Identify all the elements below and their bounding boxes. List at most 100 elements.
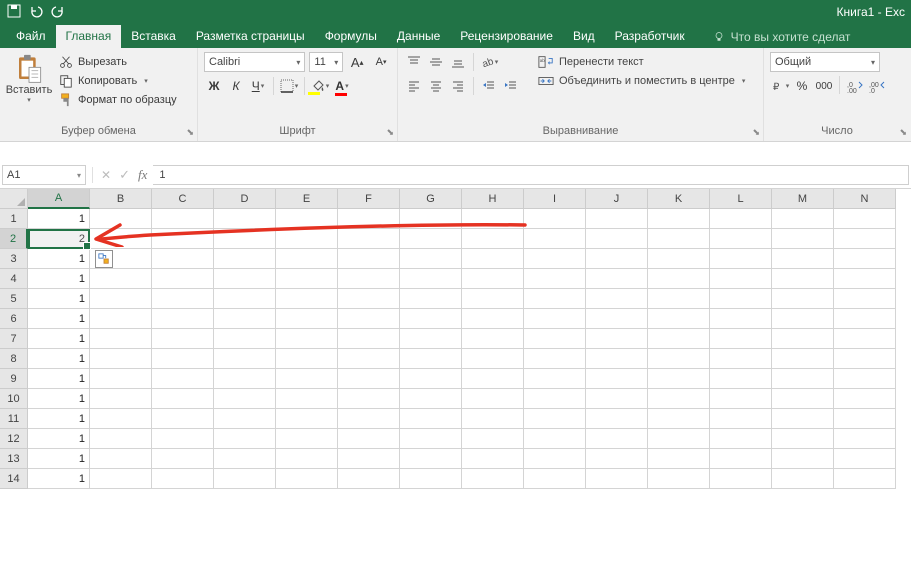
- number-launcher-icon[interactable]: ⬊: [899, 127, 907, 138]
- cell-L10[interactable]: [710, 389, 772, 409]
- cell-L1[interactable]: [710, 209, 772, 229]
- cell-K8[interactable]: [648, 349, 710, 369]
- align-middle-icon[interactable]: [426, 52, 446, 72]
- cell-B8[interactable]: [90, 349, 152, 369]
- name-box[interactable]: A1▾: [2, 165, 86, 185]
- col-header-G[interactable]: G: [400, 189, 462, 209]
- tab-home[interactable]: Главная: [56, 25, 122, 48]
- row-header-4[interactable]: 4: [0, 269, 28, 289]
- row-header-3[interactable]: 3: [0, 249, 28, 269]
- cell-K7[interactable]: [648, 329, 710, 349]
- cell-F6[interactable]: [338, 309, 400, 329]
- fx-icon[interactable]: fx: [138, 167, 147, 183]
- cell-J13[interactable]: [586, 449, 648, 469]
- cell-E13[interactable]: [276, 449, 338, 469]
- cell-E9[interactable]: [276, 369, 338, 389]
- cell-J4[interactable]: [586, 269, 648, 289]
- cell-H5[interactable]: [462, 289, 524, 309]
- cell-N4[interactable]: [834, 269, 896, 289]
- cell-E4[interactable]: [276, 269, 338, 289]
- row-header-6[interactable]: 6: [0, 309, 28, 329]
- cell-L9[interactable]: [710, 369, 772, 389]
- cell-D12[interactable]: [214, 429, 276, 449]
- cell-E5[interactable]: [276, 289, 338, 309]
- cell-L3[interactable]: [710, 249, 772, 269]
- cell-N7[interactable]: [834, 329, 896, 349]
- cell-I8[interactable]: [524, 349, 586, 369]
- row-header-14[interactable]: 14: [0, 469, 28, 489]
- cell-J1[interactable]: [586, 209, 648, 229]
- cell-E10[interactable]: [276, 389, 338, 409]
- save-icon[interactable]: [6, 3, 22, 19]
- accounting-format-icon[interactable]: ₽: [770, 76, 790, 96]
- cell-L12[interactable]: [710, 429, 772, 449]
- cell-N3[interactable]: [834, 249, 896, 269]
- cell-M1[interactable]: [772, 209, 834, 229]
- cell-B14[interactable]: [90, 469, 152, 489]
- tab-page-layout[interactable]: Разметка страницы: [186, 25, 315, 48]
- cell-J11[interactable]: [586, 409, 648, 429]
- cell-F14[interactable]: [338, 469, 400, 489]
- cell-K6[interactable]: [648, 309, 710, 329]
- cell-F13[interactable]: [338, 449, 400, 469]
- cell-N13[interactable]: [834, 449, 896, 469]
- cell-A2[interactable]: 2: [28, 229, 90, 249]
- cell-N1[interactable]: [834, 209, 896, 229]
- cell-D11[interactable]: [214, 409, 276, 429]
- cell-D8[interactable]: [214, 349, 276, 369]
- cell-I7[interactable]: [524, 329, 586, 349]
- cell-J6[interactable]: [586, 309, 648, 329]
- cell-E3[interactable]: [276, 249, 338, 269]
- undo-icon[interactable]: [28, 3, 44, 19]
- tab-data[interactable]: Данные: [387, 25, 450, 48]
- col-header-K[interactable]: K: [648, 189, 710, 209]
- cell-H14[interactable]: [462, 469, 524, 489]
- cell-N11[interactable]: [834, 409, 896, 429]
- align-top-icon[interactable]: [404, 52, 424, 72]
- col-header-L[interactable]: L: [710, 189, 772, 209]
- cell-N10[interactable]: [834, 389, 896, 409]
- cell-L7[interactable]: [710, 329, 772, 349]
- cell-N2[interactable]: [834, 229, 896, 249]
- cell-G8[interactable]: [400, 349, 462, 369]
- cell-F10[interactable]: [338, 389, 400, 409]
- underline-button[interactable]: Ч: [248, 76, 268, 96]
- cell-C10[interactable]: [152, 389, 214, 409]
- cell-G2[interactable]: [400, 229, 462, 249]
- cell-N12[interactable]: [834, 429, 896, 449]
- cell-D2[interactable]: [214, 229, 276, 249]
- cell-G7[interactable]: [400, 329, 462, 349]
- cell-M11[interactable]: [772, 409, 834, 429]
- cell-D6[interactable]: [214, 309, 276, 329]
- font-name-combo[interactable]: Calibri▾: [204, 52, 305, 72]
- tab-formulas[interactable]: Формулы: [315, 25, 387, 48]
- cell-H2[interactable]: [462, 229, 524, 249]
- cell-M6[interactable]: [772, 309, 834, 329]
- cell-F1[interactable]: [338, 209, 400, 229]
- cell-D1[interactable]: [214, 209, 276, 229]
- cell-H12[interactable]: [462, 429, 524, 449]
- clipboard-launcher-icon[interactable]: ⬊: [186, 127, 194, 138]
- percent-format-icon[interactable]: %: [792, 76, 812, 96]
- accept-formula-icon[interactable]: ✓: [119, 167, 130, 183]
- tab-review[interactable]: Рецензирование: [450, 25, 563, 48]
- cell-M2[interactable]: [772, 229, 834, 249]
- row-header-2[interactable]: 2: [0, 229, 28, 249]
- col-header-B[interactable]: B: [90, 189, 152, 209]
- cell-G1[interactable]: [400, 209, 462, 229]
- cell-I12[interactable]: [524, 429, 586, 449]
- cell-J8[interactable]: [586, 349, 648, 369]
- cell-B11[interactable]: [90, 409, 152, 429]
- cell-B4[interactable]: [90, 269, 152, 289]
- cell-H3[interactable]: [462, 249, 524, 269]
- alignment-launcher-icon[interactable]: ⬊: [752, 127, 760, 138]
- cell-H9[interactable]: [462, 369, 524, 389]
- cell-A14[interactable]: 1: [28, 469, 90, 489]
- increase-decimal-icon[interactable]: ,0,00: [845, 76, 865, 96]
- row-header-1[interactable]: 1: [0, 209, 28, 229]
- cell-K10[interactable]: [648, 389, 710, 409]
- cell-D9[interactable]: [214, 369, 276, 389]
- cell-C8[interactable]: [152, 349, 214, 369]
- format-painter-button[interactable]: Формат по образцу: [56, 92, 180, 108]
- cell-K13[interactable]: [648, 449, 710, 469]
